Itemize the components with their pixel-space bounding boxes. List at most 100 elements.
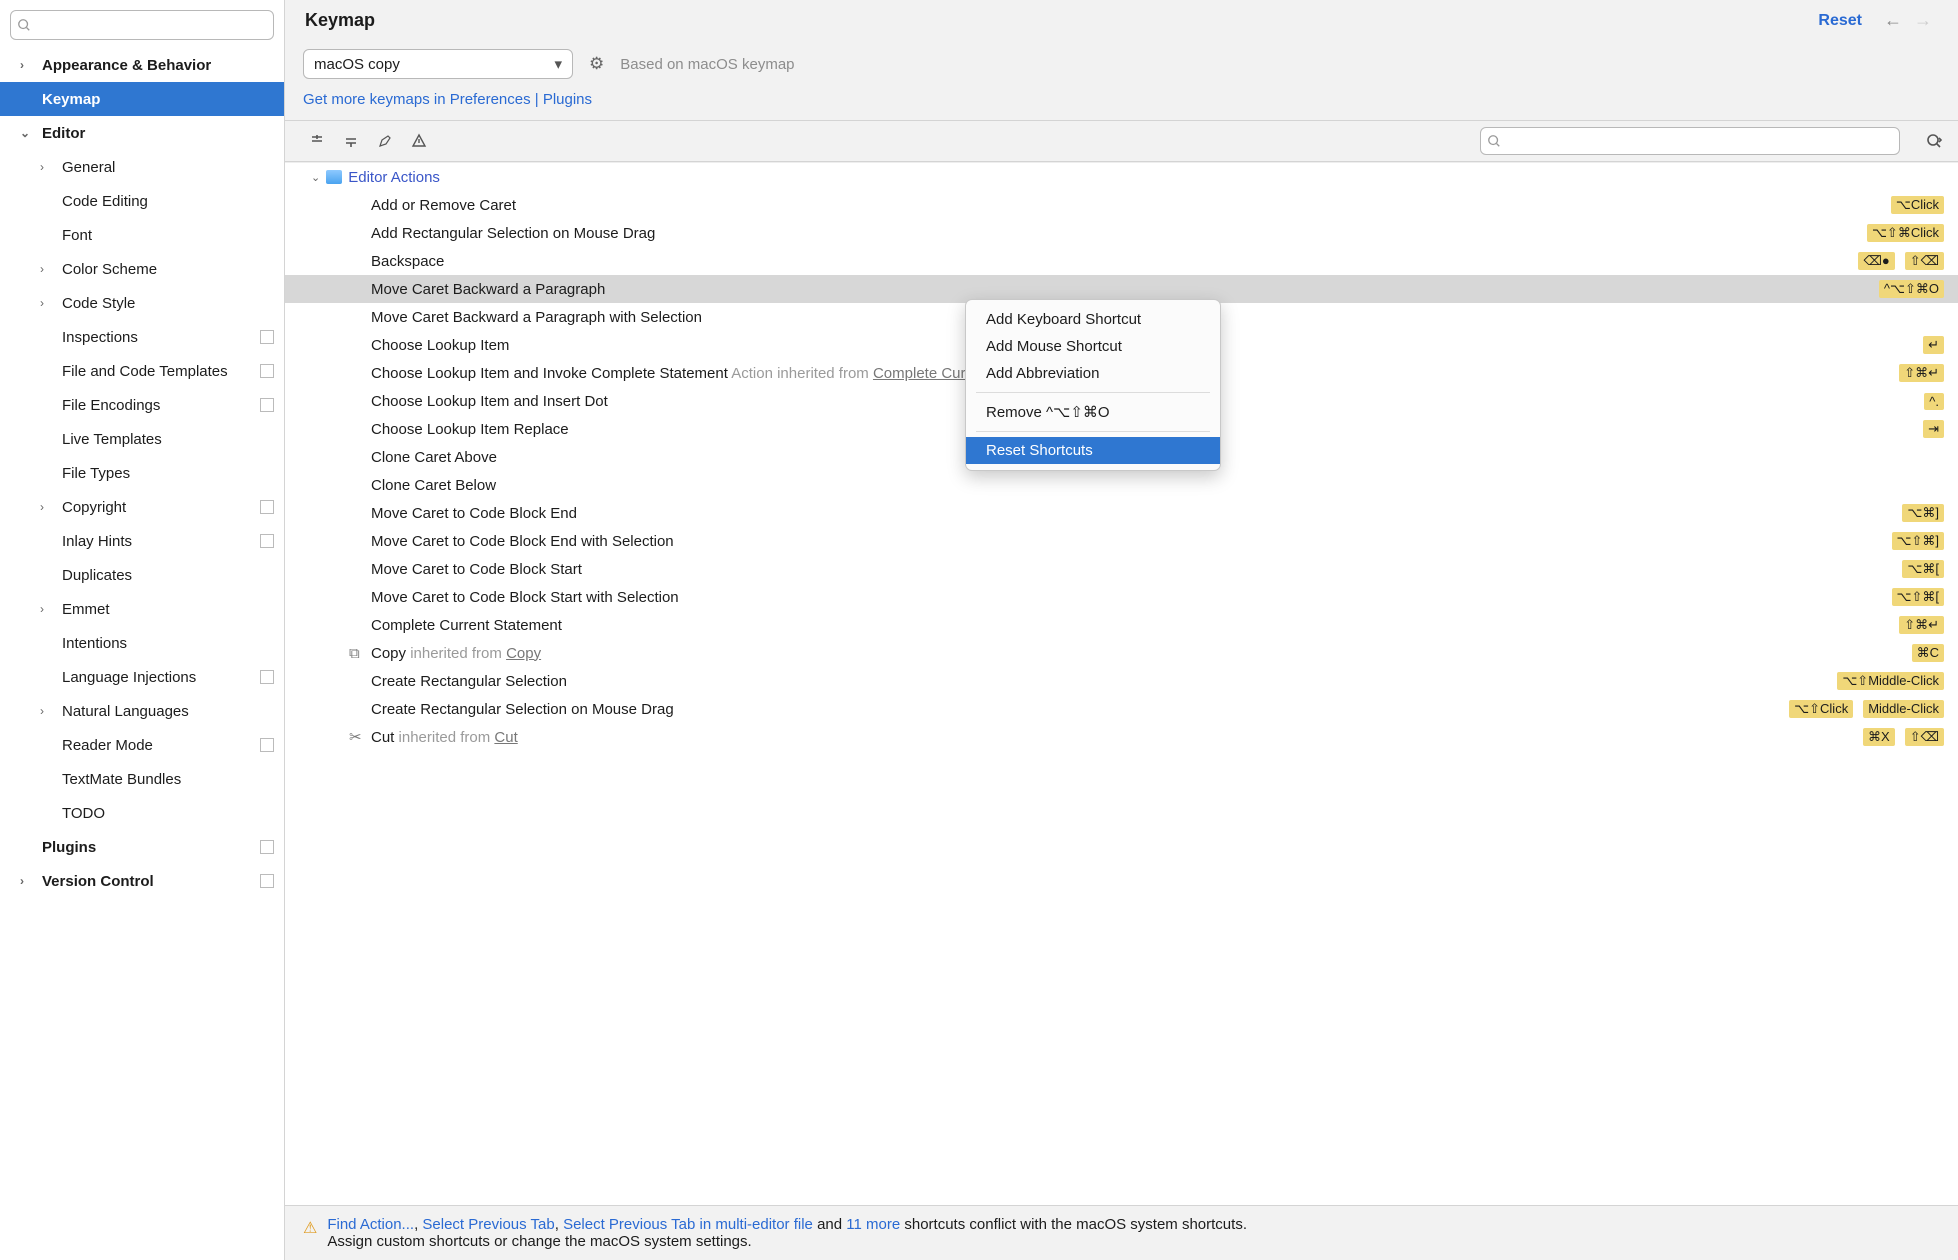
action-group-label: Editor Actions: [348, 169, 440, 186]
main-header: Keymap Reset ← →: [285, 0, 1958, 43]
sidebar-item-language-injections[interactable]: Language Injections: [0, 660, 284, 694]
action-row[interactable]: Move Caret to Code Block Start with Sele…: [285, 583, 1958, 611]
sidebar-item-plugins[interactable]: Plugins: [0, 830, 284, 864]
action-row[interactable]: Move Caret to Code Block Start ⌥⌘[: [285, 555, 1958, 583]
chevron-icon: ›: [20, 58, 36, 72]
collapse-all-icon[interactable]: [341, 131, 361, 151]
sidebar-item-label: Natural Languages: [62, 703, 189, 720]
gear-icon[interactable]: ⚙: [589, 54, 604, 74]
sidebar-item-color-scheme[interactable]: ›Color Scheme: [0, 252, 284, 286]
warning-line2: Assign custom shortcuts or change the ma…: [327, 1233, 751, 1250]
action-row[interactable]: Add or Remove Caret ⌥Click: [285, 191, 1958, 219]
sidebar-item-reader-mode[interactable]: Reader Mode: [0, 728, 284, 762]
action-name: Move Caret to Code Block End: [371, 505, 577, 522]
sidebar-item-inlay-hints[interactable]: Inlay Hints: [0, 524, 284, 558]
warning-text: Find Action..., Select Previous Tab, Sel…: [327, 1216, 1247, 1250]
keymap-search-input[interactable]: [1480, 127, 1900, 155]
shortcut-badge: ⇧⌫: [1905, 252, 1944, 270]
sidebar-item-label: Code Style: [62, 295, 135, 312]
keymap-select[interactable]: macOS copy: [303, 49, 573, 79]
sidebar-item-duplicates[interactable]: Duplicates: [0, 558, 284, 592]
sidebar-item-label: Reader Mode: [62, 737, 153, 754]
inherited-link[interactable]: Cut: [494, 729, 517, 746]
action-name: Copy inherited from Copy: [371, 645, 541, 662]
shortcut-badge: ⇧⌫: [1905, 728, 1944, 746]
warn-link-1[interactable]: Find Action...: [327, 1216, 414, 1233]
sidebar-item-general[interactable]: ›General: [0, 150, 284, 184]
warning-icon: ⚠: [303, 1218, 317, 1250]
sidebar-item-file-types[interactable]: File Types: [0, 456, 284, 490]
shortcut-list: ^⌥⇧⌘O: [1879, 280, 1944, 298]
shortcut-badge: ⌥⇧⌘]: [1892, 532, 1945, 550]
action-row[interactable]: Move Caret to Code Block End with Select…: [285, 527, 1958, 555]
action-name: Create Rectangular Selection: [371, 673, 567, 690]
action-row[interactable]: Move Caret to Code Block End ⌥⌘]: [285, 499, 1958, 527]
cm-remove[interactable]: Remove ^⌥⇧⌘O: [966, 398, 1220, 426]
nav-back-icon[interactable]: ←: [1884, 10, 1902, 31]
sidebar-item-inspections[interactable]: Inspections: [0, 320, 284, 354]
inherited-link[interactable]: Copy: [506, 645, 541, 662]
sidebar-item-font[interactable]: Font: [0, 218, 284, 252]
scope-icon: [260, 840, 274, 854]
shortcut-list: ⌥⌘]: [1902, 504, 1944, 522]
action-group-header[interactable]: ⌄ Editor Actions: [285, 163, 1958, 191]
action-row[interactable]: Complete Current Statement ⇧⌘↵: [285, 611, 1958, 639]
cm-add-abbrev[interactable]: Add Abbreviation: [966, 360, 1220, 387]
scope-icon: [260, 670, 274, 684]
sidebar-item-copyright[interactable]: ›Copyright: [0, 490, 284, 524]
sidebar-item-emmet[interactable]: ›Emmet: [0, 592, 284, 626]
warn-link-more[interactable]: 11 more: [846, 1216, 900, 1233]
sidebar-item-appearance-behavior[interactable]: ›Appearance & Behavior: [0, 48, 284, 82]
shortcut-list: ⌥⌘[: [1902, 560, 1944, 578]
cm-reset-shortcuts[interactable]: Reset Shortcuts: [966, 437, 1220, 464]
action-row[interactable]: Create Rectangular Selection ⌥⇧Middle-Cl…: [285, 667, 1958, 695]
sidebar-item-version-control[interactable]: ›Version Control: [0, 864, 284, 898]
action-name: Choose Lookup Item Replace: [371, 421, 569, 438]
expand-all-icon[interactable]: [307, 131, 327, 151]
footer-warning: ⚠ Find Action..., Select Previous Tab, S…: [285, 1205, 1958, 1260]
sidebar-search-input[interactable]: [10, 10, 274, 40]
reset-button[interactable]: Reset: [1818, 12, 1862, 30]
settings-main: Keymap Reset ← → macOS copy ⚙ Based on m…: [285, 0, 1958, 1260]
sidebar-item-code-style[interactable]: ›Code Style: [0, 286, 284, 320]
action-row[interactable]: Add Rectangular Selection on Mouse Drag …: [285, 219, 1958, 247]
scope-icon: [260, 398, 274, 412]
sidebar-item-file-and-code-templates[interactable]: File and Code Templates: [0, 354, 284, 388]
cm-add-keyboard[interactable]: Add Keyboard Shortcut: [966, 306, 1220, 333]
context-menu: Add Keyboard Shortcut Add Mouse Shortcut…: [965, 299, 1221, 471]
warn-link-2[interactable]: Select Previous Tab: [422, 1216, 554, 1233]
chevron-icon: ›: [20, 874, 36, 888]
action-name: Choose Lookup Item: [371, 337, 509, 354]
sidebar-item-todo[interactable]: TODO: [0, 796, 284, 830]
sidebar-item-code-editing[interactable]: Code Editing: [0, 184, 284, 218]
cm-add-mouse[interactable]: Add Mouse Shortcut: [966, 333, 1220, 360]
action-row[interactable]: Create Rectangular Selection on Mouse Dr…: [285, 695, 1958, 723]
chevron-down-icon: ⌄: [311, 171, 320, 184]
shortcut-list: ⌥⇧⌘Click: [1867, 224, 1944, 242]
action-row[interactable]: ✂Cut inherited from Cut⌘X⇧⌫: [285, 723, 1958, 751]
shortcut-list: ⌥Click: [1891, 196, 1944, 214]
find-by-shortcut-icon[interactable]: [1924, 131, 1944, 151]
chevron-icon: ›: [40, 160, 56, 174]
sidebar-item-natural-languages[interactable]: ›Natural Languages: [0, 694, 284, 728]
action-row[interactable]: Backspace ⌫●⇧⌫: [285, 247, 1958, 275]
conflicts-icon[interactable]: [409, 131, 429, 151]
scope-icon: [260, 874, 274, 888]
sidebar-item-textmate-bundles[interactable]: TextMate Bundles: [0, 762, 284, 796]
sidebar-item-intentions[interactable]: Intentions: [0, 626, 284, 660]
sidebar-item-keymap[interactable]: Keymap: [0, 82, 284, 116]
action-row[interactable]: Clone Caret Below: [285, 471, 1958, 499]
sidebar-item-live-templates[interactable]: Live Templates: [0, 422, 284, 456]
cut-icon: ✂: [349, 728, 365, 746]
shortcut-list: ⌥⇧Middle-Click: [1837, 672, 1944, 690]
get-more-keymaps-link[interactable]: Get more keymaps in Preferences | Plugin…: [303, 91, 592, 108]
sidebar-item-file-encodings[interactable]: File Encodings: [0, 388, 284, 422]
action-row[interactable]: ⧉Copy inherited from Copy⌘C: [285, 639, 1958, 667]
sidebar-item-label: File Types: [62, 465, 130, 482]
edit-shortcut-icon[interactable]: [375, 131, 395, 151]
shortcut-badge: ⌥⌘[: [1902, 560, 1944, 578]
sidebar-item-editor[interactable]: ⌄Editor: [0, 116, 284, 150]
shortcut-badge: ^.: [1924, 393, 1944, 410]
action-name: Add Rectangular Selection on Mouse Drag: [371, 225, 655, 242]
warn-link-3[interactable]: Select Previous Tab in multi-editor file: [563, 1216, 813, 1233]
